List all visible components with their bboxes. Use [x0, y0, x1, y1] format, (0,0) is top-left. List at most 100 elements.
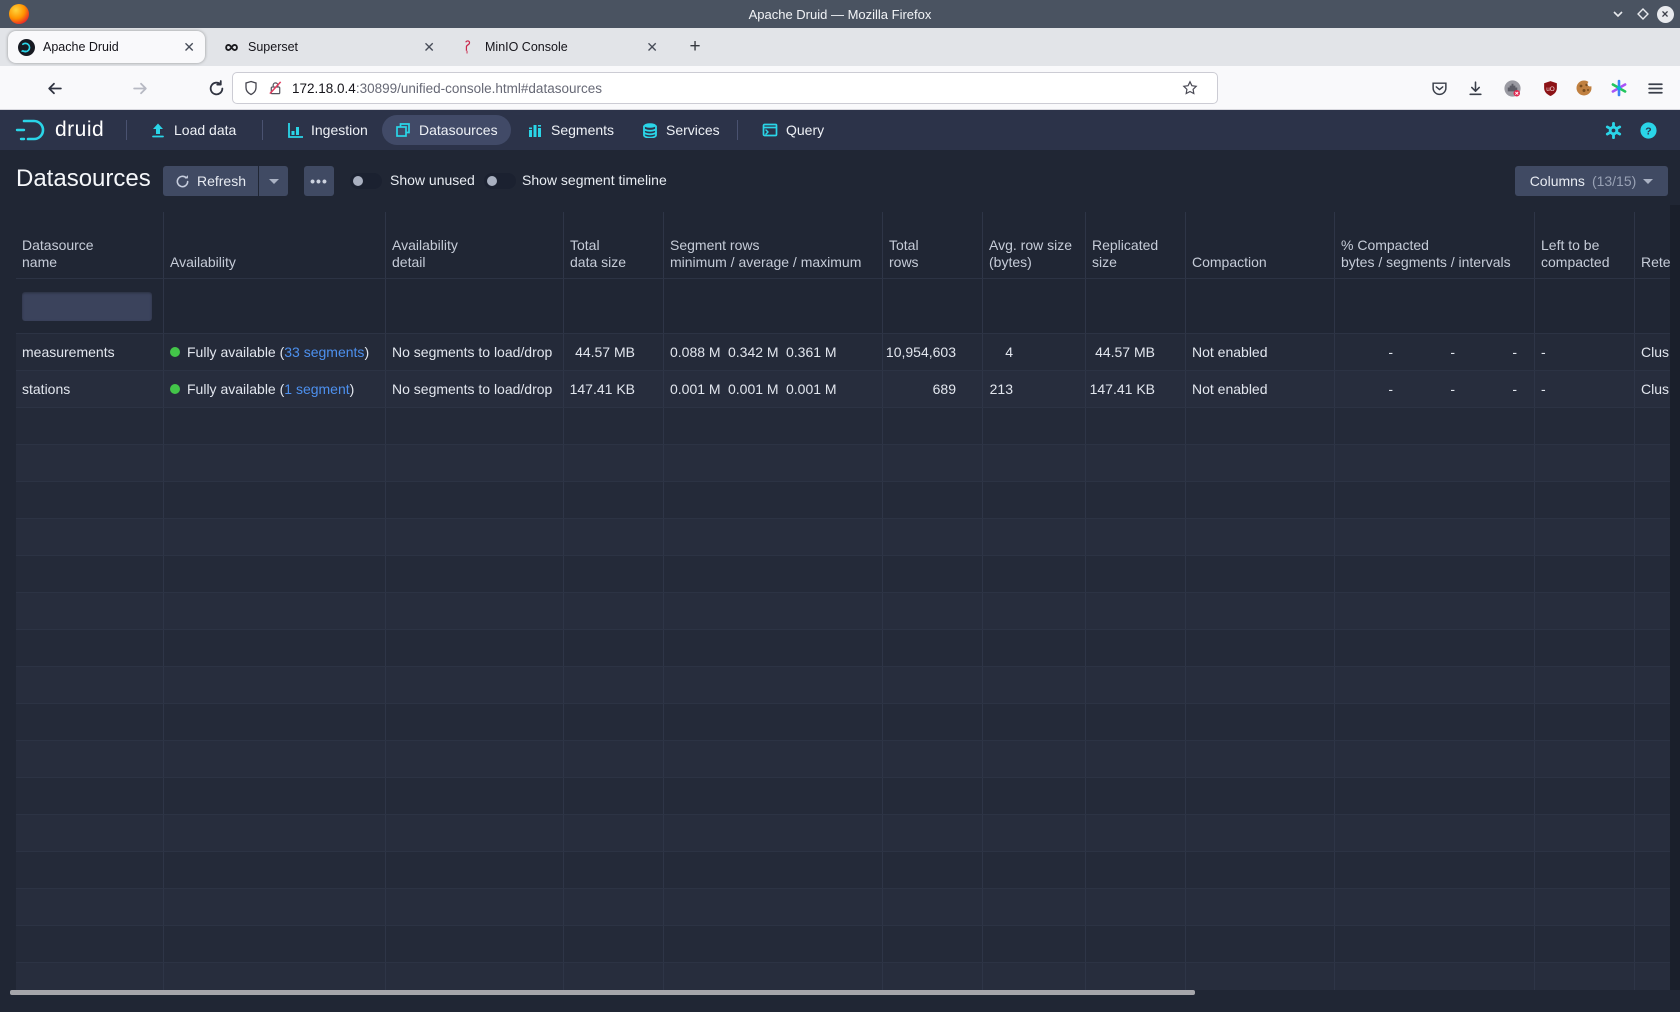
col-header-availability-detail[interactable]: Availabilitydetail — [386, 212, 564, 278]
pocket-icon[interactable] — [1425, 74, 1453, 102]
table-cell-empty — [1335, 593, 1535, 629]
col-header-segment-rows[interactable]: Segment rowsminimum / average / maximum — [664, 212, 883, 278]
table-cell-empty — [664, 556, 883, 592]
segments-link[interactable]: 33 segments — [284, 344, 364, 360]
col-header-replicated-size[interactable]: Replicatedsize — [1086, 212, 1186, 278]
col-header-left-to-be-compacted[interactable]: Left to becompacted — [1535, 212, 1635, 278]
druid-wordmark: druid — [55, 118, 104, 142]
nav-item-ingestion[interactable]: Ingestion — [274, 115, 381, 145]
nav-item-datasources[interactable]: Datasources — [382, 115, 511, 145]
menu-hamburger-icon[interactable] — [1641, 74, 1669, 102]
ublock-icon[interactable]: uO — [1536, 74, 1564, 102]
table-cell-empty — [1535, 519, 1635, 555]
col-header-avg-row-size[interactable]: Avg. row size(bytes) — [983, 212, 1086, 278]
more-actions-button[interactable]: ••• — [304, 166, 334, 196]
table-cell-empty — [664, 667, 883, 703]
table-cell-empty — [1186, 704, 1335, 740]
table-cell-empty — [883, 593, 983, 629]
downloads-icon[interactable] — [1461, 74, 1489, 102]
help-icon[interactable]: ? — [1633, 115, 1664, 145]
table-row-empty — [16, 925, 1680, 962]
extension-icon[interactable] — [1498, 74, 1526, 102]
cell-left-to-compact: - — [1535, 371, 1635, 407]
window-close-icon[interactable]: × — [1656, 5, 1674, 23]
forward-button[interactable] — [126, 74, 154, 102]
table-row-stations: stations Fully available (1 segment) No … — [16, 370, 1680, 407]
table-cell-empty — [1086, 815, 1186, 851]
table-cell-empty — [1535, 815, 1635, 851]
table-row-empty — [16, 962, 1680, 990]
show-segment-timeline-toggle[interactable] — [484, 173, 516, 189]
window-minimize-icon[interactable] — [1609, 5, 1627, 23]
table-cell-empty — [164, 593, 386, 629]
tab-minio-console[interactable]: MinIO Console ✕ — [450, 31, 668, 63]
table-cell-empty — [164, 741, 386, 777]
table-cell-empty — [1086, 889, 1186, 925]
tracking-shield-icon[interactable] — [243, 80, 259, 96]
available-status-dot — [170, 347, 180, 357]
nav-item-segments[interactable]: Segments — [514, 115, 627, 145]
table-cell-empty — [16, 926, 164, 962]
settings-gear-icon[interactable] — [1598, 115, 1629, 145]
window-maximize-icon[interactable] — [1634, 5, 1652, 23]
columns-button[interactable]: Columns (13/15) — [1515, 166, 1668, 196]
tab-close-icon[interactable]: ✕ — [423, 40, 435, 54]
table-cell-empty — [1086, 667, 1186, 703]
table-cell-empty — [983, 593, 1086, 629]
table-cell-empty — [564, 519, 664, 555]
cookie-extension-icon[interactable] — [1570, 74, 1598, 102]
table-cell-empty — [1335, 815, 1535, 851]
tab-superset[interactable]: Superset ✕ — [213, 31, 445, 63]
table-cell-empty — [164, 482, 386, 518]
insecure-lock-icon[interactable] — [268, 80, 283, 96]
show-unused-toggle[interactable] — [350, 173, 382, 189]
table-cell-empty — [883, 704, 983, 740]
url-bar[interactable]: 172.18.0.4:30899/unified-console.html#da… — [232, 72, 1218, 104]
col-header-datasource-name[interactable]: Datasourcename — [16, 212, 164, 278]
refresh-options-button[interactable] — [259, 166, 288, 196]
tab-title: Apache Druid — [43, 40, 173, 54]
tab-close-icon[interactable]: ✕ — [183, 40, 195, 54]
table-cell-empty — [1186, 408, 1335, 444]
table-cell-empty — [564, 741, 664, 777]
col-header-availability[interactable]: Availability — [164, 212, 386, 278]
table-cell-empty — [386, 926, 564, 962]
firefox-logo-icon[interactable] — [9, 4, 29, 24]
datasource-filter-input[interactable] — [22, 292, 152, 321]
table-cell-empty — [983, 519, 1086, 555]
table-cell-empty — [1335, 926, 1535, 962]
session-extension-icon[interactable] — [1605, 74, 1633, 102]
table-cell-empty — [1535, 741, 1635, 777]
bookmark-star-icon[interactable] — [1182, 80, 1198, 96]
nav-item-query[interactable]: Query — [749, 115, 837, 145]
col-header-pct-compacted[interactable]: % Compactedbytes / segments / intervals — [1335, 212, 1535, 278]
col-header-total-data-size[interactable]: Totaldata size — [564, 212, 664, 278]
horizontal-scrollbar-thumb[interactable] — [10, 990, 1195, 995]
table-cell-empty — [983, 852, 1086, 888]
back-button[interactable] — [40, 74, 68, 102]
table-body: measurements Fully available (33 segment… — [0, 333, 1680, 990]
col-header-total-rows[interactable]: Totalrows — [883, 212, 983, 278]
table-cell-empty — [883, 667, 983, 703]
table-cell-empty — [1535, 667, 1635, 703]
tab-close-icon[interactable]: ✕ — [646, 40, 658, 54]
table-cell-empty — [386, 445, 564, 481]
cell-availability-detail: No segments to load/drop — [386, 334, 564, 370]
druid-nav-bar: druid Load data Ingestion Datasources Se… — [0, 110, 1680, 150]
table-row-empty — [16, 814, 1680, 851]
tab-apache-druid[interactable]: Apache Druid ✕ — [8, 31, 205, 63]
filter-cell — [1186, 279, 1335, 333]
segments-link[interactable]: 1 segment — [284, 381, 349, 397]
reload-button[interactable] — [202, 74, 230, 102]
table-cell-empty — [983, 408, 1086, 444]
nav-item-services[interactable]: Services — [629, 115, 733, 145]
new-tab-button[interactable]: + — [683, 36, 707, 60]
table-cell-empty — [883, 408, 983, 444]
col-header-compaction[interactable]: Compaction — [1186, 212, 1335, 278]
druid-logo[interactable]: druid — [15, 117, 104, 143]
table-cell-empty — [1335, 630, 1535, 666]
table-cell-empty — [1535, 630, 1635, 666]
nav-item-load-data[interactable]: Load data — [137, 115, 249, 145]
refresh-button[interactable]: Refresh — [163, 166, 258, 196]
table-row-empty — [16, 481, 1680, 518]
